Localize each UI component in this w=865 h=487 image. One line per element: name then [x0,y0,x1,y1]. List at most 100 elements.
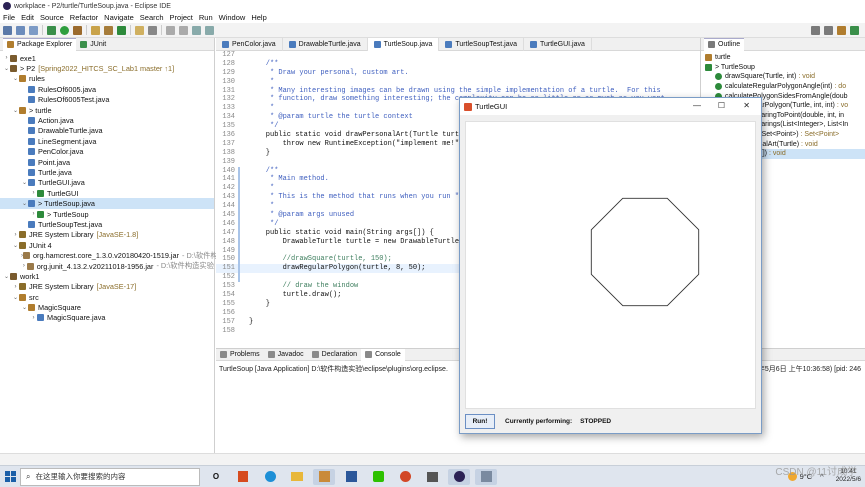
editor-tab[interactable]: DrawableTurtle.java [283,37,368,51]
explorer-item[interactable]: Turtle.java [0,167,214,177]
menu-help[interactable]: Help [251,13,266,22]
new-java-project-icon[interactable] [91,25,100,35]
twisty-icon[interactable]: ⌄ [3,65,10,72]
twisty-icon[interactable]: ⌄ [21,304,28,311]
forward-icon[interactable] [205,25,214,35]
taskbar-app-edge-icon[interactable] [259,469,281,485]
outline-item[interactable]: drawSquare(Turtle, int): void [701,72,865,82]
next-annotation-icon[interactable] [166,25,175,35]
explorer-item[interactable]: › org.hamcrest.core_1.3.0.v20180420-1519.… [0,250,218,261]
taskbar-app-explorer-icon[interactable] [286,469,308,485]
debug-icon[interactable] [47,25,56,35]
twisty-icon[interactable]: › [30,315,37,321]
back-icon[interactable] [192,25,201,35]
twisty-icon[interactable]: ⌄ [21,200,28,207]
perspective-icon[interactable] [824,26,833,35]
menu-navigate[interactable]: Navigate [104,13,134,22]
outline-item[interactable]: > TurtleSoup [701,63,865,73]
twisty-icon[interactable]: › [30,190,37,196]
tab-outline[interactable]: Outline [704,37,745,51]
tab-declaration[interactable]: Declaration [308,349,361,361]
outline-item[interactable]: calculateRegularPolygonAngle(int): do [701,82,865,92]
menu-edit[interactable]: Edit [21,13,34,22]
explorer-item[interactable]: DrawableTurtle.java [0,126,214,136]
explorer-item[interactable]: › JRE System Library [JavaSE-1.8] [0,230,214,240]
taskbar-app-store-icon[interactable] [421,469,443,485]
taskbar-app-wechat-icon[interactable] [367,469,389,485]
taskbar-app-powerpoint-icon[interactable] [394,469,416,485]
tab-package-explorer[interactable]: Package Explorer [3,37,77,51]
explorer-item[interactable]: ⌄ rules [0,74,214,84]
menu-project[interactable]: Project [170,13,193,22]
taskbar-app-active-icon[interactable] [313,468,335,485]
twisty-icon[interactable]: ⌄ [3,273,10,280]
close-icon[interactable]: ✕ [743,101,750,110]
explorer-item[interactable]: › MagicSquare.java [0,313,214,323]
explorer-item[interactable]: ⌄ work1 [0,271,214,281]
editor-tab[interactable]: TurtleSoup.java [367,37,440,51]
twisty-icon[interactable]: › [21,263,27,269]
maximize-icon[interactable]: ☐ [718,101,725,110]
explorer-item[interactable]: › exe1 [0,53,214,63]
explorer-item[interactable]: › > TurtleSoup [0,209,214,219]
tab-junit[interactable]: JUnit [76,38,110,51]
twisty-icon[interactable]: ⌄ [21,179,28,186]
debug-perspective-icon[interactable] [850,26,859,35]
twisty-icon[interactable]: ⌄ [12,107,19,114]
explorer-item[interactable]: ⌄ JUnit 4 [0,240,214,250]
outline-item[interactable]: turtle [701,53,865,63]
editor-tab[interactable]: TurtleGUI.java [524,37,592,51]
open-type-icon[interactable] [135,25,144,35]
explorer-item[interactable]: ⌄ TurtleGUI.java [0,178,214,188]
twisty-icon[interactable]: › [3,55,10,61]
prev-annotation-icon[interactable] [179,25,188,35]
menu-source[interactable]: Source [40,13,64,22]
start-button[interactable] [0,471,20,482]
save-all-icon[interactable] [29,25,38,35]
explorer-item[interactable]: ⌄ MagicSquare [0,302,214,312]
explorer-item[interactable]: ⌄ > turtle [0,105,214,115]
explorer-item[interactable]: ⌄ src [0,292,214,302]
editor-tab[interactable]: PenColor.java [216,37,283,51]
menu-run[interactable]: Run [199,13,213,22]
tab-console[interactable]: Console [361,348,405,361]
explorer-item[interactable]: TurtleSoupTest.java [0,219,214,229]
java-perspective-icon[interactable] [837,26,846,35]
minimize-icon[interactable]: — [693,101,701,110]
new-package-icon[interactable] [104,25,113,35]
twisty-icon[interactable]: ⌄ [12,75,19,82]
explorer-item[interactable]: RulesOf6005.java [0,84,214,94]
explorer-item[interactable]: ⌄ > P2 [Spring2022_HITCS_SC_Lab1 master ↑1… [0,63,214,73]
search-tool-icon[interactable] [148,25,157,35]
explorer-item[interactable]: PenColor.java [0,147,214,157]
run-icon[interactable] [60,25,69,35]
taskbar-app-java-icon[interactable] [475,468,497,485]
new-class-icon[interactable] [117,25,126,35]
new-icon[interactable] [3,25,12,35]
menu-refactor[interactable]: Refactor [70,13,98,22]
explorer-item[interactable]: LineSegment.java [0,136,214,146]
taskbar-app-eclipse-icon[interactable] [448,468,470,485]
explorer-item[interactable]: › org.junit_4.13.2.v20211018-1956.jar - D:… [0,261,214,271]
save-icon[interactable] [16,25,25,35]
twisty-icon[interactable]: ⌄ [12,242,19,249]
twisty-icon[interactable]: › [12,284,19,290]
explorer-item[interactable]: › JRE System Library [JavaSE-17] [0,282,214,292]
explorer-item[interactable]: ⌄ > TurtleSoup.java [0,198,214,209]
twisty-icon[interactable]: › [12,232,19,238]
twisty-icon[interactable]: ⌄ [12,294,19,301]
editor-tab[interactable]: TurtleSoupTest.java [439,37,524,51]
menu-file[interactable]: File [3,13,15,22]
twisty-icon[interactable]: › [30,211,37,217]
taskbar-app-word-icon[interactable] [340,469,362,485]
taskbar-search[interactable]: ⌕ 在这里输入你要搜索的内容 [20,467,200,486]
tab-problems[interactable]: Problems [216,349,264,361]
explorer-item[interactable]: Point.java [0,157,214,167]
explorer-item[interactable]: › TurtleGUI [0,188,214,198]
tab-javadoc[interactable]: Javadoc [264,349,308,361]
explorer-item[interactable]: Action.java [0,115,214,125]
external-tools-icon[interactable] [73,25,82,35]
task-view-icon[interactable]: O [205,469,227,485]
run-button[interactable]: Run! [465,414,495,429]
menu-search[interactable]: Search [140,13,164,22]
